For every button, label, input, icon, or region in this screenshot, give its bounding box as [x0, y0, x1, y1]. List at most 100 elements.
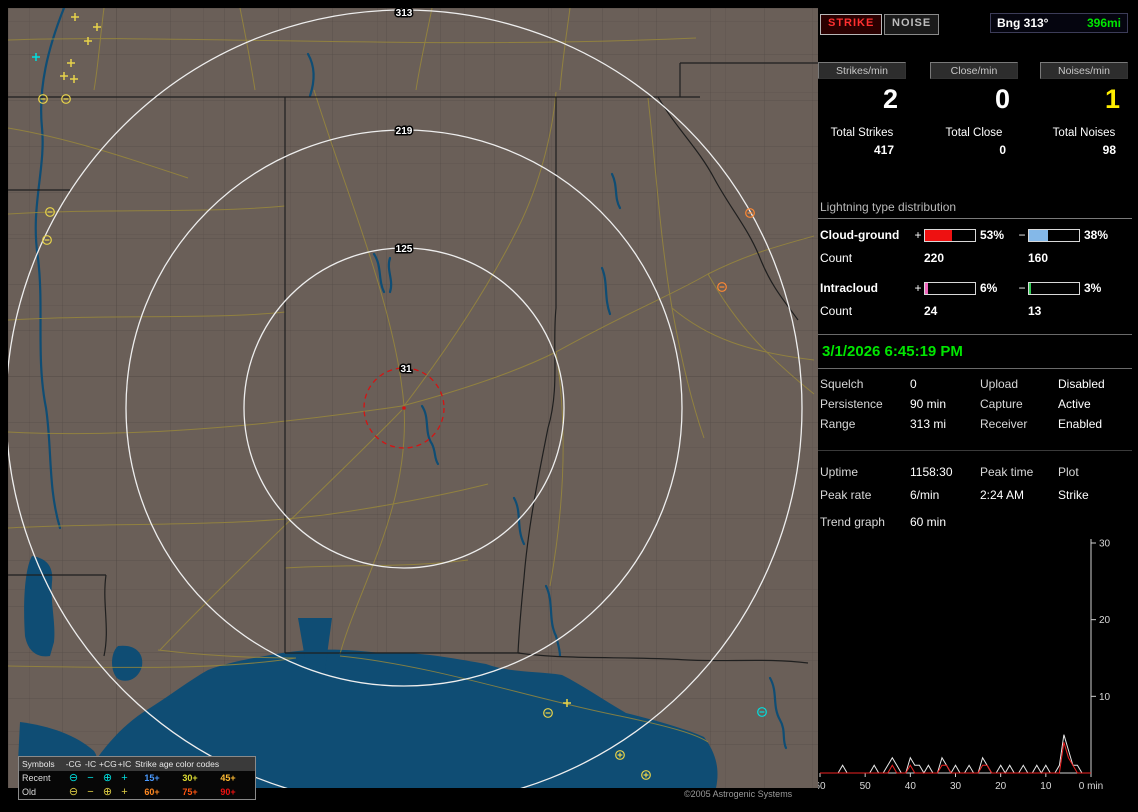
lightning-distribution: Lightning type distribution Cloud-ground…	[818, 198, 1132, 318]
west-bay	[24, 556, 55, 657]
capture-value: Active	[1058, 397, 1091, 411]
nexstorm-window: 313 219 125 31 Symbols -CG -IC +CG +IC S…	[0, 0, 1138, 812]
trend-graph-header: Trend graph 60 min	[820, 515, 1120, 529]
total-strikes-label: Total Strikes	[830, 127, 894, 139]
legend-old-label: Old	[22, 787, 37, 797]
capture-label: Capture	[980, 397, 1023, 411]
age-code: 30+	[182, 773, 198, 783]
bearing-readout: Bng 313° 396mi	[990, 13, 1128, 33]
legend-col-pos-cg: +CG	[99, 759, 117, 769]
plus-icon: +	[121, 786, 128, 798]
strikes-per-min-value: 2	[882, 84, 898, 114]
plot-label: Plot	[1058, 464, 1079, 479]
ic-negative-pct: 3%	[1084, 281, 1102, 295]
intracloud-label: Intracloud	[820, 281, 879, 295]
legend-symbols-label: Symbols	[22, 759, 55, 769]
upload-value: Disabled	[1058, 377, 1105, 391]
separator	[818, 450, 1132, 451]
map-area[interactable]: 313 219 125 31	[8, 8, 818, 788]
cg-negative-count: 160	[1028, 251, 1049, 265]
intracloud-count-row: Count 24 13	[818, 304, 1132, 318]
cg-positive-count: 220	[924, 251, 945, 265]
settings-row: Range 313 mi Receiver Enabled	[820, 414, 1134, 434]
strike-button[interactable]: STRIKE	[820, 14, 883, 35]
range-value: 313 mi	[910, 417, 947, 431]
ring-label-313: 313	[396, 8, 413, 19]
legend-col-neg-ic: -IC	[84, 759, 97, 769]
range-label: Range	[820, 417, 856, 431]
intracloud-row: Intracloud + 6% − 3%	[818, 281, 1132, 295]
strikes-column: Strikes/min 2 Total Strikes 417	[818, 62, 906, 157]
total-strikes-value: 417	[873, 143, 894, 157]
minus-icon: −	[87, 772, 94, 784]
ring-label-219: 219	[396, 126, 413, 137]
total-close-value: 0	[999, 143, 1006, 157]
legend-row-old: Old ⊖ − ⊕ + 60+ 75+ 90+	[19, 785, 255, 799]
trend-graph: 10 20 30 60 50 40 30 20 10 0 min	[814, 536, 1136, 812]
age-code: 45+	[220, 773, 236, 783]
legend-col-neg-cg: -CG	[65, 759, 82, 769]
settings-row: Squelch 0 Upload Disabled	[820, 374, 1134, 394]
radar-map[interactable]: 313 219 125 31	[8, 8, 818, 788]
legend-header: Symbols -CG -IC +CG +IC Strike age color…	[19, 757, 255, 771]
age-code: 75+	[182, 787, 198, 797]
circle-minus-icon: ⊖	[68, 772, 79, 784]
copyright-text: ©2005 Astrogenic Systems	[684, 789, 793, 799]
status-panel: STRIKE NOISE Bng 313° 396mi Strikes/min …	[814, 0, 1138, 812]
trend-tick-label: 30	[950, 781, 962, 792]
trend-series-close_strikes	[820, 742, 1091, 774]
legend-recent-label: Recent	[22, 773, 51, 783]
close-per-min-value: 0	[994, 84, 1010, 114]
persistence-label: Persistence	[820, 397, 883, 411]
ic-positive-bar	[924, 281, 976, 295]
strikes-per-min-button[interactable]: Strikes/min	[818, 62, 906, 79]
trend-tick-label: 60	[818, 781, 826, 792]
trend-tick-label: 20	[1099, 615, 1111, 626]
persistence-value: 90 min	[910, 397, 947, 411]
cg-negative-bar	[1028, 228, 1080, 242]
receiver-label: Receiver	[980, 417, 1028, 431]
stats-row: Peak rate 6/min 2:24 AM Strike	[820, 483, 1134, 506]
count-label: Count	[820, 251, 853, 265]
ring-label-125: 125	[396, 244, 413, 255]
ic-negative-bar	[1028, 281, 1080, 295]
noises-per-min-value: 1	[1104, 84, 1120, 114]
circle-plus-icon: ⊕	[102, 772, 113, 784]
peak-rate-value: 6/min	[910, 487, 940, 502]
datetime-display: 3/1/2026 6:45:19 PM	[818, 334, 1132, 369]
legend-row-recent: Recent ⊖ − ⊕ + 15+ 30+ 45+	[19, 771, 255, 785]
bearing-range: 396mi	[1086, 16, 1121, 30]
receiver-location	[402, 406, 406, 410]
distribution-title: Lightning type distribution	[818, 198, 1132, 219]
trend-tick-label: 40	[905, 781, 917, 792]
plot-value: Strike	[1058, 487, 1089, 502]
noise-button[interactable]: NOISE	[884, 14, 940, 35]
stats-grid: Uptime 1158:30 Peak time Plot Peak rate …	[820, 460, 1134, 506]
minus-sign: −	[1018, 281, 1026, 295]
noises-column: Noises/min 1 Total Noises 98	[1040, 62, 1128, 157]
uptime-value: 1158:30	[910, 464, 953, 479]
cg-negative-pct: 38%	[1084, 228, 1109, 242]
ic-positive-count: 24	[924, 304, 938, 318]
uptime-label: Uptime	[820, 464, 859, 479]
close-per-min-button[interactable]: Close/min	[930, 62, 1018, 79]
ic-positive-pct: 6%	[980, 281, 998, 295]
stats-row: Uptime 1158:30 Peak time Plot	[820, 460, 1134, 483]
trend-tick-label: 30	[1099, 539, 1111, 550]
total-close-label: Total Close	[945, 127, 1003, 139]
age-code: 90+	[220, 787, 236, 797]
trend-tick-label: 50	[860, 781, 872, 792]
trend-graph-value: 60 min	[910, 515, 947, 529]
upload-label: Upload	[980, 377, 1019, 391]
total-noises-value: 98	[1102, 143, 1116, 157]
trend-tick-label: 0 min	[1079, 781, 1103, 792]
peak-time-value: 2:24 AM	[980, 487, 1025, 502]
count-label: Count	[820, 304, 853, 318]
peak-time-label: Peak time	[980, 464, 1034, 479]
map-legend: Symbols -CG -IC +CG +IC Strike age color…	[18, 756, 256, 800]
circle-plus-icon: ⊕	[102, 786, 113, 798]
trend-tick-label: 20	[995, 781, 1007, 792]
legend-age-title: Strike age color codes	[135, 759, 220, 769]
noises-per-min-button[interactable]: Noises/min	[1040, 62, 1128, 79]
minus-icon: −	[87, 786, 94, 798]
